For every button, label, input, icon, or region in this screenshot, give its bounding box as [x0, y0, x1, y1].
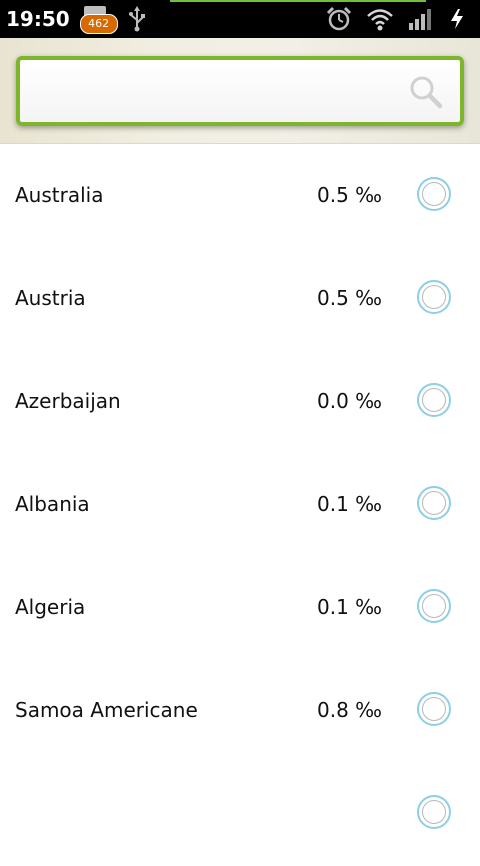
- list-item[interactable]: Albania 0.1 ‰: [0, 454, 480, 557]
- country-name: Albania: [15, 492, 90, 516]
- search-input[interactable]: [30, 70, 404, 114]
- search-icon[interactable]: [408, 74, 444, 110]
- country-name: Australia: [15, 183, 104, 207]
- country-value: 0.5 ‰: [317, 183, 382, 207]
- country-value: 0.0 ‰: [317, 389, 382, 413]
- country-value: 0.8 ‰: [317, 698, 382, 722]
- country-name: Algeria: [15, 595, 86, 619]
- mail-icon: 462: [79, 4, 118, 34]
- wifi-icon: [367, 9, 393, 31]
- list-item[interactable]: Australia 0.5 ‰: [0, 145, 480, 248]
- radio-button[interactable]: [417, 383, 451, 417]
- status-right-icons: [326, 0, 466, 38]
- radio-button[interactable]: [417, 589, 451, 623]
- notification-count-badge: 462: [79, 14, 118, 34]
- list-item[interactable]: Azerbaijan 0.0 ‰: [0, 351, 480, 454]
- radio-button[interactable]: [417, 280, 451, 314]
- country-value: 0.1 ‰: [317, 595, 382, 619]
- status-bar: 19:50 462: [0, 0, 480, 38]
- country-name: Austria: [15, 286, 86, 310]
- radio-button[interactable]: [417, 177, 451, 211]
- country-list: Australia 0.5 ‰ Austria 0.5 ‰ Azerbaijan…: [0, 145, 480, 866]
- radio-button[interactable]: [417, 486, 451, 520]
- country-name: Samoa Americane: [15, 698, 198, 722]
- charging-icon: [451, 9, 463, 29]
- search-box[interactable]: [16, 56, 464, 126]
- signal-icon: [409, 9, 431, 30]
- list-item[interactable]: [0, 763, 480, 866]
- status-left-icons: 462: [79, 4, 146, 34]
- usb-icon: [128, 6, 145, 32]
- country-name: Azerbaijan: [15, 389, 121, 413]
- alarm-icon: [326, 6, 352, 31]
- status-time: 19:50: [6, 7, 70, 31]
- radio-button[interactable]: [417, 795, 451, 829]
- country-value: 0.1 ‰: [317, 492, 382, 516]
- list-item[interactable]: Austria 0.5 ‰: [0, 248, 480, 351]
- radio-button[interactable]: [417, 692, 451, 726]
- list-item[interactable]: Samoa Americane 0.8 ‰: [0, 660, 480, 763]
- search-header: [0, 38, 480, 144]
- list-item[interactable]: Algeria 0.1 ‰: [0, 557, 480, 660]
- country-value: 0.5 ‰: [317, 286, 382, 310]
